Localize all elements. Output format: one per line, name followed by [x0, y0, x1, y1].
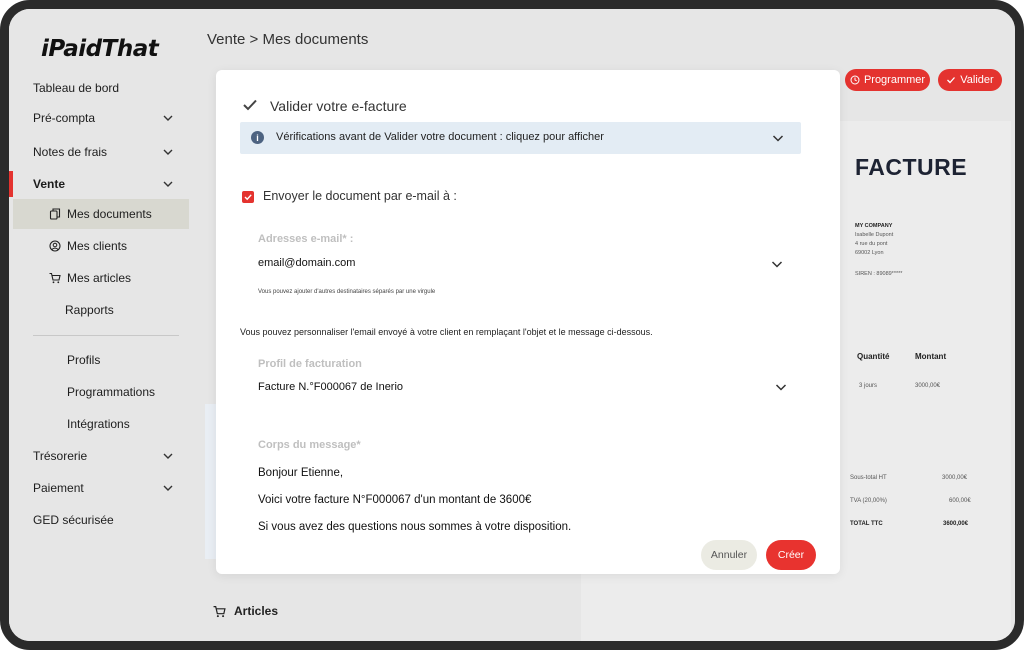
tva-value: 600,00€	[949, 498, 971, 504]
col-quantity: Quantité	[857, 352, 890, 361]
valider-label: Valider	[960, 74, 994, 86]
sidebar-item-label: Tableau de bord	[33, 81, 120, 95]
sidebar-subitem-label: Mes articles	[67, 271, 132, 285]
sidebar-item-label: Vente	[33, 177, 66, 191]
company-contact: Isabelle Dupont	[855, 232, 894, 238]
cart-icon	[49, 272, 61, 284]
articles-label: Articles	[234, 604, 279, 618]
subtotal-label: Sous-total HT	[850, 475, 887, 481]
message-line[interactable]: Voici votre facture N°F000067 d'un monta…	[258, 494, 531, 506]
sidebar-subitem-rapports[interactable]: Rapports	[65, 297, 114, 323]
sidebar-item-vente[interactable]: Vente	[33, 171, 185, 197]
sidebar-subitem-mes-clients[interactable]: Mes clients	[49, 233, 127, 259]
email-hint: Vous pouvez ajouter d'autres destinatair…	[258, 289, 436, 295]
message-line[interactable]: Si vous avez des questions nous sommes à…	[258, 521, 571, 533]
chevron-down-icon	[772, 135, 784, 142]
create-button[interactable]: Créer	[766, 540, 816, 570]
row-quantity: 3 jours	[859, 383, 878, 389]
info-icon: i	[251, 131, 264, 144]
tva-label: TVA (20,00%)	[850, 498, 887, 504]
chevron-down-icon	[163, 115, 173, 121]
sidebar-item-tableau-de-bord[interactable]: Tableau de bord	[33, 75, 185, 101]
sidebar-subitem-label: Rapports	[65, 303, 114, 317]
sidebar-subitem-label: Intégrations	[67, 417, 130, 431]
sidebar-subitem-mes-documents[interactable]: Mes documents	[49, 201, 152, 227]
cart-icon	[213, 605, 226, 617]
breadcrumb: Vente > Mes documents	[207, 31, 369, 48]
chevron-up-icon	[163, 181, 173, 187]
billing-profile-label: Profil de facturation	[258, 358, 362, 370]
validate-efacture-modal: Valider votre e-facture i Vérifications …	[216, 70, 840, 574]
send-email-checkbox[interactable]	[242, 191, 254, 203]
company-street: 4 rue du pont	[855, 241, 888, 247]
sidebar-subitem-label: Mes documents	[67, 207, 152, 221]
user-circle-icon	[49, 240, 61, 252]
check-icon	[243, 99, 257, 111]
sidebar-item-tresorerie[interactable]: Trésorerie	[33, 443, 185, 469]
app-window: iPaidThat Tableau de bord Pré-compta Not…	[9, 9, 1015, 641]
sidebar-subitem-label: Programmations	[67, 385, 156, 399]
programmer-button[interactable]: Programmer	[845, 69, 930, 91]
sidebar-subitem-label: Profils	[67, 353, 101, 367]
articles-section[interactable]: Articles	[213, 604, 278, 618]
sidebar-subitem-mes-articles[interactable]: Mes articles	[49, 265, 131, 291]
company-siren: SIREN : 89089*****	[855, 271, 903, 277]
message-body-label: Corps du message*	[258, 439, 361, 451]
sidebar-item-label: Pré-compta	[33, 111, 96, 125]
sidebar-item-notes-de-frais[interactable]: Notes de frais	[33, 139, 185, 165]
company-name: MY COMPANY	[855, 223, 893, 229]
sidebar-divider	[33, 335, 179, 336]
sidebar-item-label: Paiement	[33, 481, 84, 495]
valider-button[interactable]: Valider	[938, 69, 1002, 91]
send-email-label: Envoyer le document par e-mail à :	[263, 189, 457, 203]
modal-title: Valider votre e-facture	[270, 98, 407, 114]
clock-icon	[850, 75, 860, 85]
sidebar-subitem-integrations[interactable]: Intégrations	[67, 411, 130, 437]
sidebar-item-paiement[interactable]: Paiement	[33, 475, 185, 501]
company-city: 69002 Lyon	[855, 250, 884, 256]
email-label: Adresses e-mail* :	[258, 233, 354, 245]
sidebar-subitem-label: Mes clients	[67, 239, 128, 253]
sidebar-item-ged-securisee[interactable]: GED sécurisée	[33, 507, 185, 533]
documents-icon	[49, 208, 61, 220]
customize-note: Vous pouvez personnaliser l'email envoyé…	[240, 327, 653, 337]
chevron-down-icon	[163, 453, 173, 459]
total-label: TOTAL TTC	[850, 521, 883, 527]
device-frame: iPaidThat Tableau de bord Pré-compta Not…	[0, 0, 1024, 650]
sidebar-item-label: GED sécurisée	[33, 513, 114, 527]
sidebar-item-label: Trésorerie	[33, 449, 88, 463]
checkbox-check-icon	[244, 194, 252, 201]
message-line[interactable]: Bonjour Etienne,	[258, 467, 343, 479]
sidebar-subitem-profils[interactable]: Profils	[67, 347, 100, 373]
row-amount: 3000,00€	[915, 383, 941, 389]
active-indicator	[9, 171, 13, 197]
email-field[interactable]: email@domain.com	[258, 257, 355, 269]
cancel-button[interactable]: Annuler	[701, 540, 757, 570]
total-value: 3600,00€	[943, 521, 969, 527]
billing-profile-select[interactable]: Facture N.°F000067 de Inerio	[258, 381, 403, 393]
col-amount: Montant	[915, 352, 947, 361]
programmer-label: Programmer	[863, 74, 926, 86]
chevron-down-icon[interactable]	[770, 257, 784, 271]
chevron-down-icon	[163, 149, 173, 155]
app-logo: iPaidThat	[41, 36, 159, 62]
check-icon	[947, 77, 956, 84]
verification-text: Vérifications avant de Valider votre doc…	[276, 131, 604, 143]
invoice-title: FACTURE	[855, 154, 968, 180]
verification-accordion[interactable]: i Vérifications avant de Valider votre d…	[240, 122, 801, 154]
subtotal-value: 3000,00€	[942, 475, 968, 481]
chevron-down-icon[interactable]	[774, 380, 788, 394]
chevron-down-icon	[163, 485, 173, 491]
sidebar: iPaidThat Tableau de bord Pré-compta Not…	[9, 9, 199, 641]
sidebar-item-label: Notes de frais	[33, 145, 108, 159]
sidebar-subitem-programmations[interactable]: Programmations	[67, 379, 155, 405]
sidebar-item-pre-compta[interactable]: Pré-compta	[33, 105, 185, 131]
